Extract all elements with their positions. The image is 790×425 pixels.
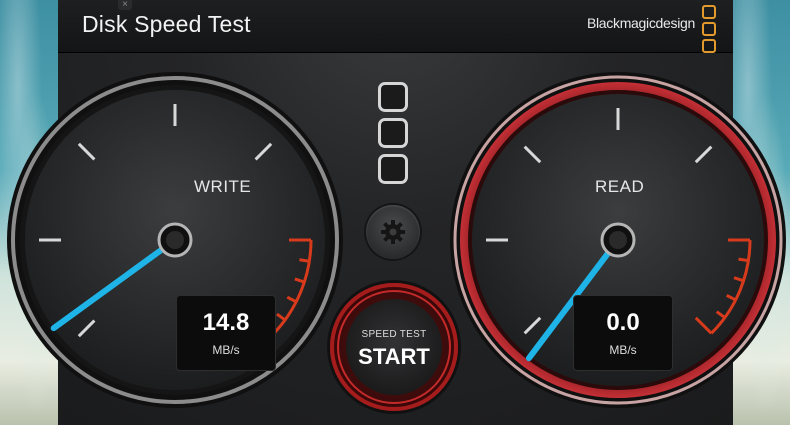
- write-readout: 14.8 MB/s: [176, 295, 276, 371]
- title-bar: × Disk Speed Test Blackmagicdesign: [58, 0, 733, 53]
- blackmagic-logo-icon: [702, 5, 716, 53]
- write-unit: MB/s: [212, 343, 240, 357]
- read-label: READ: [595, 177, 645, 196]
- gear-icon: [381, 220, 405, 244]
- disk-speed-test-window: × Disk Speed Test Blackmagicdesign WRITE…: [7, 0, 786, 425]
- write-gauge: WRITE 14.8 MB/s: [0, 55, 350, 425]
- red-zone-tick: [738, 257, 749, 263]
- start-button[interactable]: SPEED TEST START: [330, 283, 458, 411]
- read-unit: MB/s: [609, 343, 637, 357]
- read-readout: 0.0 MB/s: [573, 295, 673, 371]
- start-button-top-label: SPEED TEST: [361, 329, 427, 340]
- red-zone-tick: [299, 258, 310, 263]
- read-value: 0.0: [606, 309, 640, 336]
- brand-name: Blackmagicdesign: [586, 15, 695, 31]
- read-gauge: READ 0.0 MB/s: [443, 55, 790, 425]
- blackmagic-logo-icon: [378, 82, 410, 190]
- write-value: 14.8: [202, 309, 250, 336]
- start-button-label: START: [358, 344, 430, 369]
- write-label: WRITE: [194, 177, 252, 196]
- app-title: Disk Speed Test: [82, 11, 251, 37]
- write-gauge-dial: [7, 72, 343, 408]
- settings-button[interactable]: [366, 205, 420, 259]
- start-button-face[interactable]: SPEED TEST START: [346, 299, 442, 395]
- close-button[interactable]: ×: [118, 0, 132, 10]
